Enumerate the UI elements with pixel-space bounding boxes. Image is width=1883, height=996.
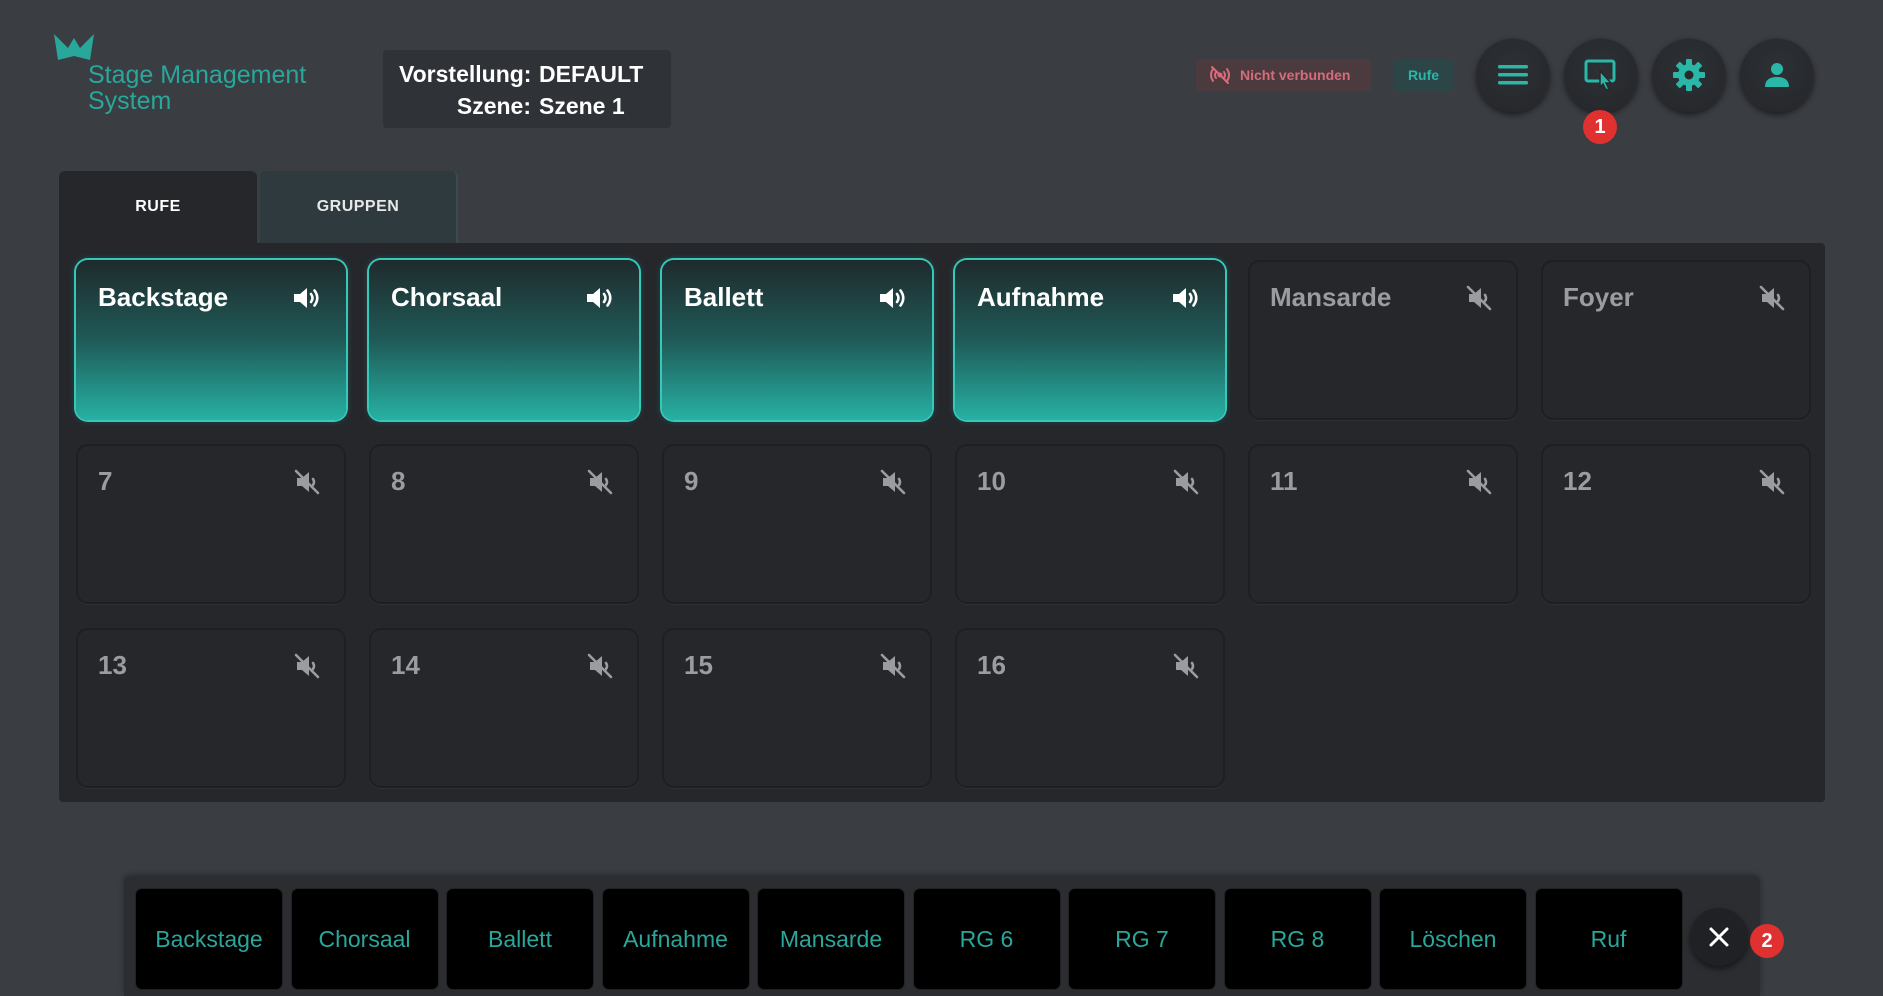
speaker-muted-icon <box>1171 653 1201 684</box>
quick-call-button[interactable]: Ballett <box>447 889 593 989</box>
call-tile-label: Backstage <box>98 282 229 312</box>
speaker-muted-icon <box>878 469 908 500</box>
logo-mark-icon <box>54 34 94 60</box>
call-tile-label: Mansarde <box>1270 282 1392 312</box>
call-tile-label: Aufnahme <box>977 282 1105 312</box>
call-tile-label: 14 <box>391 650 420 680</box>
quick-call-button[interactable]: Löschen <box>1380 889 1526 989</box>
tab-rufe[interactable]: RUFE <box>59 171 257 243</box>
notification-badge-1-text: 1 <box>1594 115 1606 138</box>
speaker-muted-icon <box>292 469 322 500</box>
speaker-on-icon <box>585 285 615 316</box>
tab-gruppen-label: GRUPPEN <box>316 198 400 215</box>
call-tile[interactable]: 11 <box>1248 444 1518 604</box>
call-tile-label: Ballett <box>684 282 764 312</box>
quick-call-button[interactable]: Ruf <box>1535 889 1682 989</box>
speaker-muted-icon <box>585 653 615 684</box>
call-tile-label: 13 <box>98 650 127 680</box>
settings-button[interactable] <box>1652 38 1726 112</box>
gear-icon <box>1673 59 1705 91</box>
call-tile[interactable]: 16 <box>955 628 1225 788</box>
mode-badge: Rufe <box>1394 59 1453 91</box>
touch-screen-icon <box>1584 59 1616 91</box>
call-tile[interactable]: 10 <box>955 444 1225 604</box>
scene-label: Szene: <box>456 93 531 119</box>
hamburger-icon <box>1498 65 1528 85</box>
close-bar-button[interactable] <box>1690 908 1748 966</box>
quick-call-bar: Backstage Chorsaal Ballett Aufnahme Mansarde… <box>124 877 1760 996</box>
call-tile-label: 8 <box>391 466 406 496</box>
user-icon <box>1765 63 1789 87</box>
connection-status-badge: Nicht verbunden <box>1196 59 1371 91</box>
show-info: Vorstellung: DEFAULT Szene: Szene 1 <box>383 50 671 128</box>
connection-status-text: Nicht verbunden <box>1240 67 1351 83</box>
quick-call-button[interactable]: RG 8 <box>1224 889 1371 989</box>
speaker-muted-icon <box>1464 285 1494 316</box>
call-tile[interactable]: 7 <box>76 444 346 604</box>
signal-off-icon <box>1210 66 1230 84</box>
speaker-muted-icon <box>1171 469 1201 500</box>
performance-label: Vorstellung: <box>399 61 532 87</box>
speaker-on-icon <box>292 285 322 316</box>
call-tile-label: Chorsaal <box>391 282 503 312</box>
calls-panel: Backstage Chorsaal Ballett Aufnahme Mansarde… <box>59 243 1825 802</box>
call-tile-label: 9 <box>684 466 699 496</box>
call-tile[interactable]: 13 <box>76 628 346 788</box>
call-tile[interactable]: 14 <box>369 628 639 788</box>
quick-call-button[interactable]: Mansarde <box>758 889 904 989</box>
tab-rufe-label: RUFE <box>135 198 181 215</box>
logo-text: Stage Management System <box>88 62 306 114</box>
speaker-muted-icon <box>292 653 322 684</box>
call-tile-label: 15 <box>684 650 713 680</box>
call-tile[interactable]: Mansarde <box>1248 260 1518 420</box>
quick-call-button[interactable]: RG 7 <box>1069 889 1215 989</box>
speaker-muted-icon <box>878 653 908 684</box>
quick-call-button[interactable]: Chorsaal <box>291 889 438 989</box>
call-tile[interactable]: 15 <box>662 628 932 788</box>
close-icon <box>1709 927 1729 947</box>
call-tile-label: 11 <box>1270 466 1298 496</box>
call-tile-label: Foyer <box>1563 282 1634 312</box>
speaker-muted-icon <box>1757 469 1787 500</box>
call-tile-label: 12 <box>1563 466 1592 496</box>
call-tile-label: 7 <box>98 466 113 496</box>
logo: Stage Management System <box>54 34 334 124</box>
call-tile-label: 10 <box>977 466 1006 496</box>
call-tile-label: 16 <box>977 650 1006 680</box>
speaker-muted-icon <box>585 469 615 500</box>
quick-call-button[interactable]: RG 6 <box>913 889 1060 989</box>
logo-text-line2: System <box>88 87 172 115</box>
logo-text-line1: Stage Management <box>88 61 307 89</box>
call-tile[interactable]: 12 <box>1541 444 1811 604</box>
notification-badge-2-text: 2 <box>1761 929 1773 952</box>
scene-value: Szene 1 <box>539 93 625 119</box>
call-tile[interactable]: Foyer <box>1541 260 1811 420</box>
quick-call-button[interactable]: Aufnahme <box>602 889 749 989</box>
call-tile[interactable]: Ballett <box>662 260 932 420</box>
notification-badge-1: 1 <box>1583 110 1617 144</box>
mode-badge-text: Rufe <box>1407 67 1440 83</box>
quick-call-button[interactable]: Backstage <box>136 889 282 989</box>
speaker-on-icon <box>1171 285 1201 316</box>
call-tile[interactable]: 8 <box>369 444 639 604</box>
call-tile[interactable]: Chorsaal <box>369 260 639 420</box>
speaker-muted-icon <box>1464 469 1494 500</box>
user-button[interactable] <box>1740 38 1814 112</box>
speaker-on-icon <box>878 285 908 316</box>
call-tile[interactable]: 9 <box>662 444 932 604</box>
menu-button[interactable] <box>1476 38 1550 112</box>
call-tile[interactable]: Backstage <box>76 260 346 420</box>
notification-badge-2: 2 <box>1750 924 1784 958</box>
tab-gruppen[interactable]: GRUPPEN <box>260 171 458 243</box>
performance-value: DEFAULT <box>539 61 644 87</box>
call-tile[interactable]: Aufnahme <box>955 260 1225 420</box>
remote-control-button[interactable] <box>1564 38 1638 112</box>
speaker-muted-icon <box>1757 285 1787 316</box>
